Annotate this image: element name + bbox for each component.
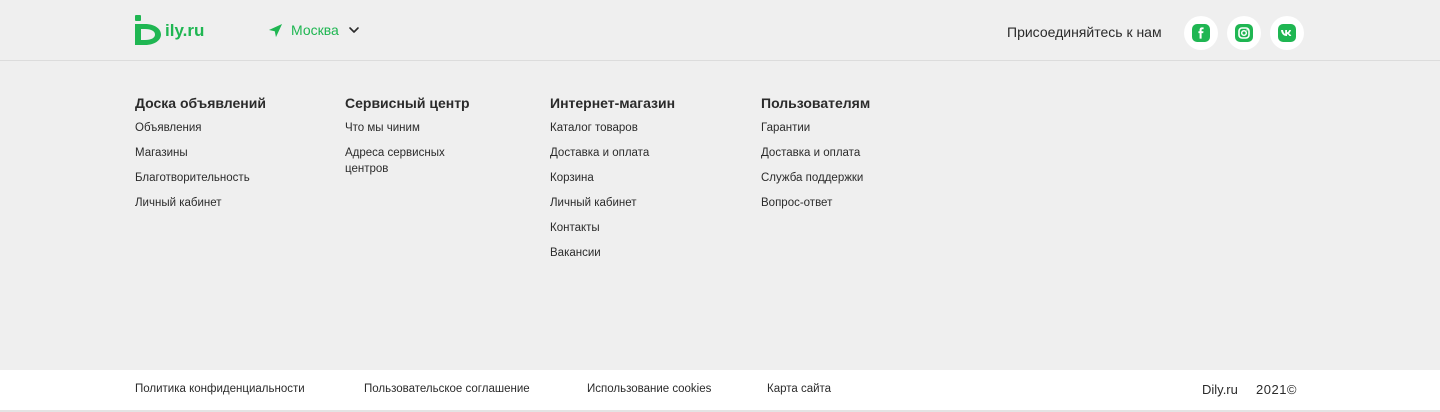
location-arrow-icon xyxy=(268,23,283,37)
footer-link[interactable]: Вакансии xyxy=(550,245,675,261)
footer-link[interactable]: Магазины xyxy=(135,145,266,161)
logo-d-icon xyxy=(135,15,161,45)
logo-text: ily.ru xyxy=(165,21,205,40)
facebook-icon xyxy=(1198,27,1204,39)
sitemap-link[interactable]: Карта сайта xyxy=(767,383,831,395)
column-board: Доска объявлений Объявления Магазины Бла… xyxy=(135,95,266,220)
footer-link[interactable]: Что мы чиним xyxy=(345,120,485,136)
footer-link[interactable]: Адреса сервисных центров xyxy=(345,145,470,177)
footer-bar: Политика конфиденциальности Пользователь… xyxy=(0,370,1440,410)
column-service: Сервисный центр Что мы чиним Адреса серв… xyxy=(345,95,485,186)
footer-link[interactable]: Каталог товаров xyxy=(550,120,675,136)
vk-button[interactable] xyxy=(1270,16,1304,50)
footer-link[interactable]: Корзина xyxy=(550,170,675,186)
instagram-badge xyxy=(1235,24,1253,42)
cookies-link[interactable]: Использование cookies xyxy=(587,383,711,395)
privacy-policy-link[interactable]: Политика конфиденциальности xyxy=(135,383,305,395)
copyright-year: 2021© xyxy=(1256,382,1297,397)
footer-link[interactable]: Вопрос-ответ xyxy=(761,195,870,211)
footer-brand: Dily.ru xyxy=(1202,382,1238,397)
footer-link[interactable]: Доставка и оплата xyxy=(761,145,870,161)
footer-link[interactable]: Гарантии xyxy=(761,120,870,136)
instagram-icon xyxy=(1238,27,1250,39)
column-users: Пользователям Гарантии Доставка и оплата… xyxy=(761,95,870,220)
vk-badge xyxy=(1278,24,1296,42)
city-name: Москва xyxy=(291,22,339,38)
facebook-button[interactable] xyxy=(1184,16,1218,50)
footer-link[interactable]: Объявления xyxy=(135,120,266,136)
column-title: Пользователям xyxy=(761,95,871,111)
join-us-label: Присоединяйтесь к нам xyxy=(1007,24,1162,40)
facebook-badge xyxy=(1192,24,1210,42)
instagram-button[interactable] xyxy=(1227,16,1261,50)
header: ily.ru Москва Присоединяйтесь к нам xyxy=(0,0,1440,61)
chevron-down-icon xyxy=(348,27,359,33)
column-shop: Интернет-магазин Каталог товаров Доставк… xyxy=(550,95,675,270)
column-title: Интернет-магазин xyxy=(550,95,676,111)
column-title: Доска объявлений xyxy=(135,95,266,111)
logo[interactable]: ily.ru xyxy=(135,14,204,46)
vk-icon xyxy=(1281,30,1292,36)
footer-link[interactable]: Доставка и оплата xyxy=(550,145,675,161)
footer-link[interactable]: Благотворительность xyxy=(135,170,266,186)
footer-link[interactable]: Личный кабинет xyxy=(550,195,675,211)
column-title: Сервисный центр xyxy=(345,95,470,111)
footer-link[interactable]: Личный кабинет xyxy=(135,195,266,211)
city-selector[interactable]: Москва xyxy=(268,22,360,38)
footer-link[interactable]: Контакты xyxy=(550,220,675,236)
user-agreement-link[interactable]: Пользовательское соглашение xyxy=(364,383,530,395)
footer-link[interactable]: Служба поддержки xyxy=(761,170,870,186)
